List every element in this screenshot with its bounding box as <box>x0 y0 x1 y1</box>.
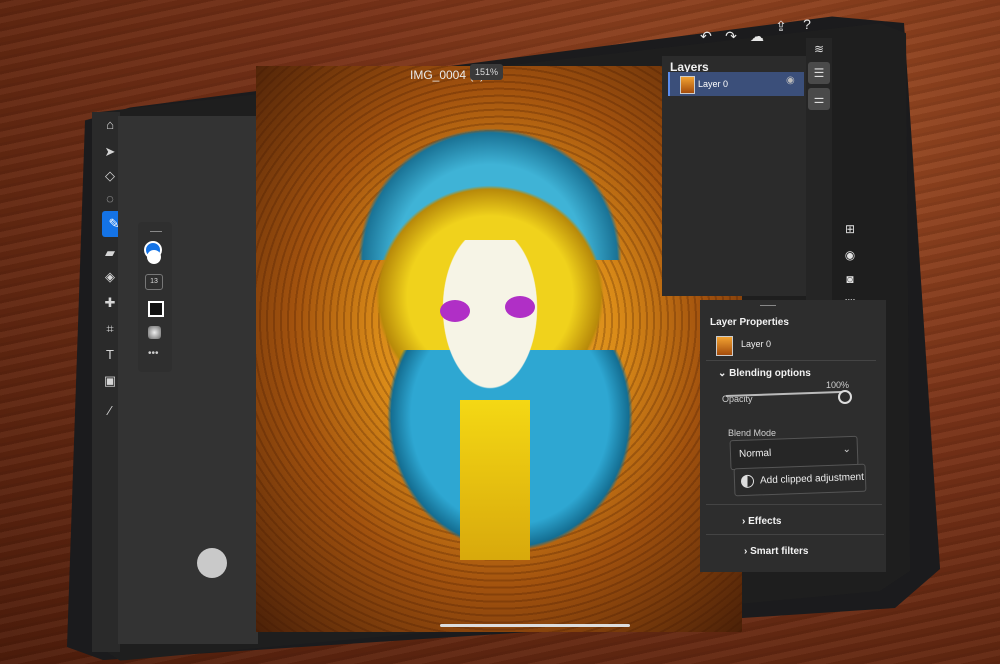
panel-grabber[interactable] <box>760 305 776 306</box>
lasso-tool-icon[interactable]: ◌ <box>100 190 120 208</box>
effects-label: Effects <box>748 516 782 527</box>
blend-mode-value: Normal <box>738 447 772 460</box>
artwork-skull-face <box>430 240 550 410</box>
layer-visibility-icon[interactable]: ◉ <box>840 248 860 266</box>
opacity-slider-knob[interactable] <box>838 390 852 404</box>
layer-list-icon[interactable]: ☰ <box>808 62 830 84</box>
brush-hardness-swatch[interactable] <box>148 301 164 317</box>
add-clipped-adjustment-button[interactable]: Add clipped adjustment <box>733 463 867 497</box>
opacity-value[interactable]: 100% <box>826 380 849 390</box>
properties-layer-thumbnail <box>716 336 733 356</box>
adjustment-icon <box>740 474 755 489</box>
more-options-icon[interactable]: ••• <box>148 348 159 359</box>
brush-softness-swatch[interactable] <box>148 326 161 339</box>
cloud-icon[interactable]: ☁ <box>748 28 766 45</box>
smart-filters-toggle[interactable]: › Smart filters <box>744 546 808 557</box>
smart-filters-label: Smart filters <box>750 546 809 557</box>
help-icon[interactable]: ? <box>798 16 816 32</box>
panel-handle[interactable] <box>150 231 162 232</box>
mask-icon[interactable]: ◙ <box>840 272 860 290</box>
blending-options-label: Blending options <box>729 368 811 379</box>
zoom-level[interactable]: 151% <box>470 64 504 80</box>
crop-tool-icon[interactable]: ⌗ <box>100 320 120 338</box>
type-tool-icon[interactable]: T <box>100 346 120 364</box>
healing-tool-icon[interactable]: ✚ <box>100 294 120 312</box>
divider <box>706 534 884 535</box>
properties-layer-name: Layer 0 <box>741 339 772 349</box>
fill-tool-icon[interactable]: ◈ <box>100 268 120 286</box>
eyedropper-tool-icon[interactable]: ⁄ <box>100 402 120 420</box>
add-clipped-adjustment-label: Add clipped adjustment <box>759 471 865 487</box>
divider <box>706 360 876 361</box>
transform-tool-icon[interactable]: ◇ <box>100 167 120 185</box>
redo-icon[interactable]: ↷ <box>722 28 740 45</box>
layers-stack-icon[interactable]: ≋ <box>808 38 830 60</box>
adjustments-icon[interactable]: ⚌ <box>808 88 830 110</box>
share-icon[interactable]: ⇪ <box>772 18 790 35</box>
undo-icon[interactable]: ↶ <box>697 28 715 45</box>
visibility-eye-icon[interactable]: ◉ <box>786 75 795 86</box>
divider <box>706 504 882 505</box>
layer-name[interactable]: Layer 0 <box>698 79 728 89</box>
eraser-tool-icon[interactable]: ▰ <box>100 244 120 262</box>
blending-options-toggle[interactable]: ⌄ Blending options <box>718 368 811 379</box>
artwork-right-eye <box>505 296 535 318</box>
brush-size-field[interactable]: 13 <box>145 274 163 290</box>
blend-mode-label: Blend Mode <box>728 428 777 438</box>
chevron-down-icon: ⌄ <box>842 444 852 456</box>
layer-thumbnail[interactable] <box>680 76 695 94</box>
place-image-icon[interactable]: ▣ <box>100 372 120 390</box>
home-indicator[interactable] <box>440 624 630 627</box>
touch-shortcut-button[interactable] <box>197 548 227 578</box>
move-tool-icon[interactable]: ➤ <box>100 143 120 161</box>
chevron-down-icon: ⌄ <box>718 368 730 379</box>
brush-secondary-swatch[interactable] <box>147 250 161 264</box>
layer-properties-title: Layer Properties <box>710 317 789 328</box>
home-icon[interactable]: ⌂ <box>100 116 120 134</box>
artwork-neck <box>460 400 530 560</box>
add-layer-icon[interactable]: ⊞ <box>840 222 860 240</box>
effects-toggle[interactable]: › Effects <box>742 516 781 527</box>
canvas-workspace <box>118 116 258 644</box>
artwork-left-eye <box>440 300 470 322</box>
